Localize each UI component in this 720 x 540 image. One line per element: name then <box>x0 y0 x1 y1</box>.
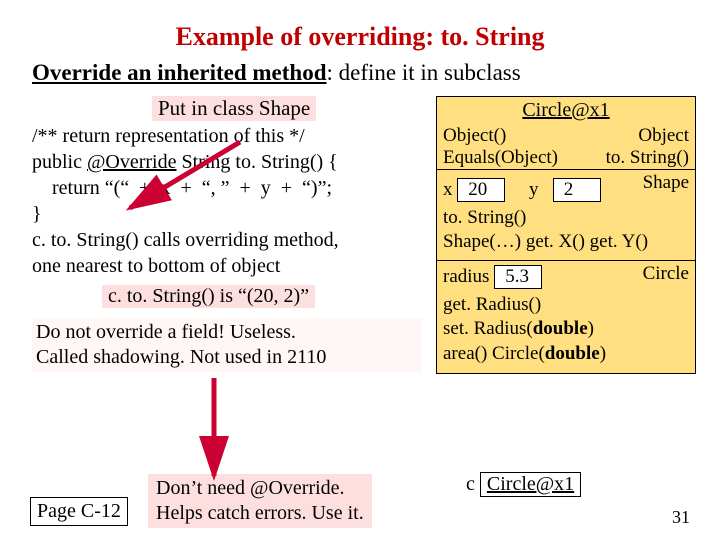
code-block: /** return representation of this */ pub… <box>32 123 422 279</box>
code-line: one nearest to bottom of object <box>32 253 422 279</box>
code-line: /** return representation of this */ <box>32 123 422 149</box>
code-line: public @Override String to. String() { <box>32 149 422 175</box>
slide-title: Example of overriding: to. String <box>0 0 720 60</box>
shape-section: Shape x 20 y 2 to. String() Shape(…) get… <box>437 169 695 260</box>
override-note: Don’t need @Override. Helps catch errors… <box>148 474 372 528</box>
object-row: Object()Object <box>437 125 695 147</box>
slide-subtitle: Override an inherited method: define it … <box>0 60 720 96</box>
slide-number: 31 <box>672 507 690 528</box>
result-note: c. to. String() is “(20, 2)” <box>102 285 315 308</box>
shadowing-note: Do not override a field! Useless. Called… <box>32 318 422 372</box>
circle-section: Circle radius 5.3 get. Radius() set. Rad… <box>437 260 695 373</box>
shape-label: Shape <box>643 172 689 194</box>
object-header: Circle@x1 <box>437 97 695 125</box>
page-ref: Page C-12 <box>30 497 128 526</box>
x-value: 20 <box>457 178 505 202</box>
object-row: Equals(Object)to. String() <box>437 147 695 169</box>
c-value-box: Circle@x1 <box>480 472 581 497</box>
code-line: } <box>32 201 422 227</box>
left-column: Put in class Shape /** return representa… <box>32 96 422 372</box>
put-in-shape-note: Put in class Shape <box>152 96 316 121</box>
code-line: return “(“ + x + “, ” + y + “)”; <box>32 175 422 201</box>
circle-label: Circle <box>643 263 689 285</box>
code-line: c. to. String() calls overriding method, <box>32 227 422 253</box>
radius-value: 5.3 <box>494 265 542 289</box>
c-variable: c Circle@x1 <box>466 472 581 497</box>
object-diagram: Circle@x1 Object()Object Equals(Object)t… <box>436 96 696 374</box>
y-value: 2 <box>553 178 601 202</box>
